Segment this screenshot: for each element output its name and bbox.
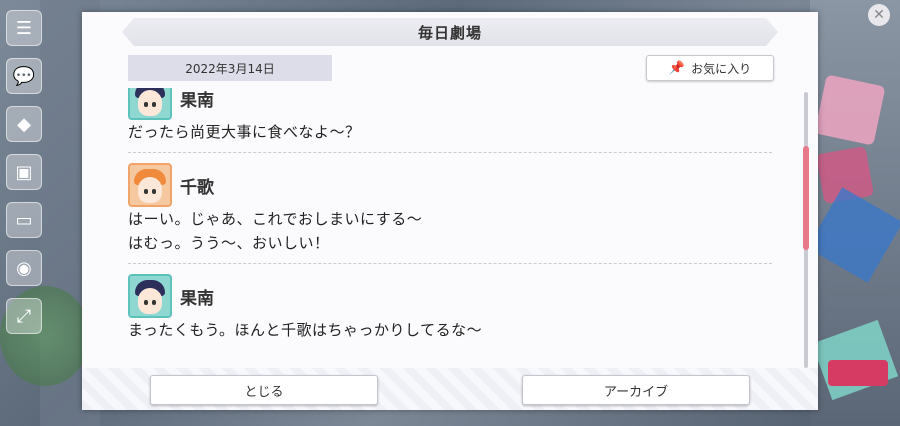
chika-avatar [128,163,172,207]
present-icon[interactable]: ▣ [6,154,42,190]
favorite-button[interactable]: 📌 お気に入り [646,55,774,81]
divider [128,263,772,264]
speaker-name: 果南 [180,90,214,111]
close-button[interactable]: とじる [150,375,378,405]
speaker-name: 千歌 [180,177,214,198]
dialogue-line: はむっ。うう～、おいしい！ [128,234,330,252]
screen-icon[interactable]: ▭ [6,202,42,238]
dialogue-line: はーい。じゃあ、これでおしまいにする～ [128,210,423,228]
speaker-name: 果南 [180,288,214,309]
side-menu: ☰ 💬 ◆ ▣ ▭ ◉ ⤢ [6,10,44,346]
archive-button[interactable]: アーカイブ [522,375,750,405]
scrollbar-thumb[interactable] [803,146,809,250]
dialog-header: 毎日劇場 [122,18,778,46]
speech-icon[interactable]: 💬 [6,58,42,94]
dialog-title: 毎日劇場 [417,23,482,42]
dialogue-entry: 果南 だったら尚更大事に食べなよ～？ [128,88,772,153]
dialogue-line: まったくもう。ほんと千歌はちゃっかりしてるな～ [128,321,483,339]
expand-icon[interactable]: ⤢ [6,298,42,334]
menu-icon[interactable]: ☰ [6,10,42,46]
divider [128,152,772,153]
daily-theater-dialog: 毎日劇場 2022年3月14日 📌 お気に入り 果南 だったら尚更大事に食べなよ… [82,12,818,410]
background-close-icon[interactable]: ✕ [868,4,890,26]
date-label: 2022年3月14日 [128,55,332,81]
favorite-label: お気に入り [691,61,752,76]
pin-icon: 📌 [668,60,686,76]
dialogue-list[interactable]: 果南 だったら尚更大事に食べなよ～？ 千歌 はーい。じゃあ、これでおしまいにする… [128,88,772,370]
kanan-avatar [128,274,172,318]
dialogue-line: だったら尚更大事に食べなよ～？ [128,123,361,141]
gift-bag-icon[interactable]: ◆ [6,106,42,142]
watering-can-icon[interactable]: ◉ [6,250,42,286]
kanan-avatar [128,88,172,120]
dialogue-entry: 果南 まったくもう。ほんと千歌はちゃっかりしてるな～ [128,274,772,342]
dialogue-entry: 千歌 はーい。じゃあ、これでおしまいにする～ はむっ。うう～、おいしい！ [128,163,772,264]
